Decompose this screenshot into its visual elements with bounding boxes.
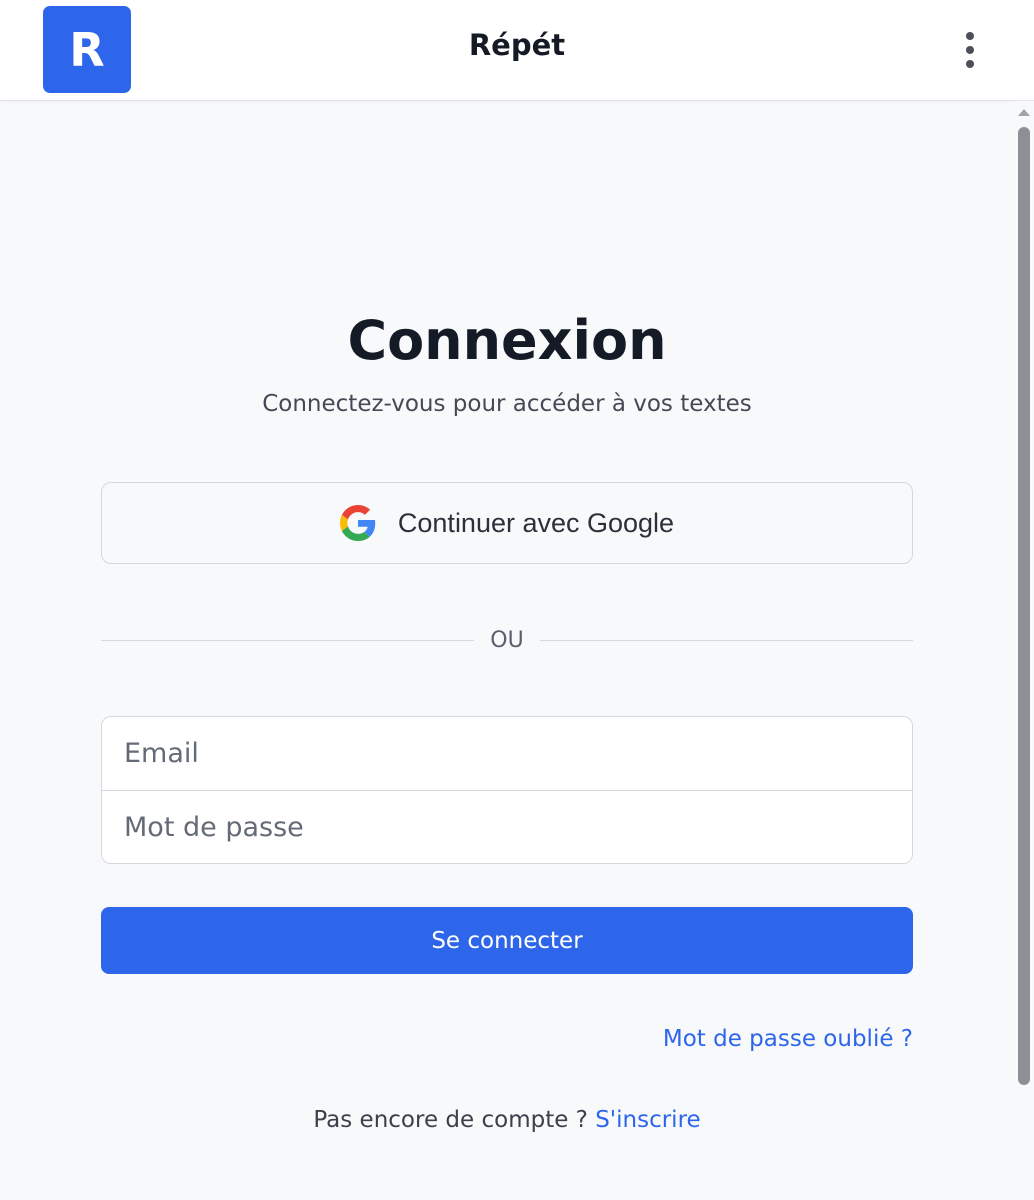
credentials-fields xyxy=(101,716,913,864)
login-button[interactable]: Se connecter xyxy=(101,907,913,974)
or-divider: OU xyxy=(101,625,914,655)
vertical-scrollbar[interactable] xyxy=(1014,101,1034,1200)
google-signin-button[interactable]: Continuer avec Google xyxy=(101,482,913,564)
google-icon xyxy=(339,505,376,541)
divider-text: OU xyxy=(490,627,524,653)
app-title: Répét xyxy=(468,28,566,62)
forgot-password-link[interactable]: Mot de passe oublié ? xyxy=(663,1026,913,1052)
google-button-label: Continuer avec Google xyxy=(397,507,675,538)
divider-line xyxy=(101,639,475,641)
signup-row: Pas encore de compte ? S'inscrire xyxy=(0,1107,1014,1133)
signup-link[interactable]: S'inscrire xyxy=(595,1107,700,1133)
page-title: Connexion xyxy=(347,309,667,372)
divider-line xyxy=(539,639,914,641)
menu-dot xyxy=(966,60,974,68)
menu-dot xyxy=(966,46,974,54)
app-header: R Répét xyxy=(0,0,1034,101)
scrollbar-thumb[interactable] xyxy=(1018,127,1030,1085)
scroll-up-arrow-icon[interactable] xyxy=(1018,109,1030,116)
signup-prompt: Pas encore de compte ? xyxy=(313,1107,596,1133)
menu-dot xyxy=(966,32,974,40)
login-page: Connexion Connectez-vous pour accéder à … xyxy=(0,101,1014,1200)
email-field[interactable] xyxy=(102,717,912,790)
page-subtitle: Connectez-vous pour accéder à vos textes xyxy=(262,391,752,417)
kebab-menu-icon[interactable] xyxy=(954,30,986,70)
password-field[interactable] xyxy=(102,790,912,863)
